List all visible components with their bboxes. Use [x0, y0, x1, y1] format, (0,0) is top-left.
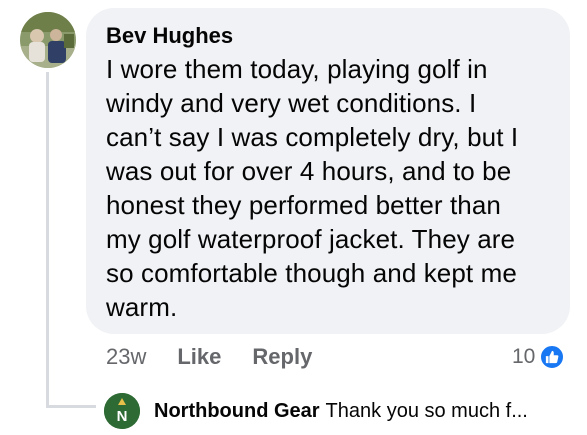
- reply-preview[interactable]: N Northbound Gear Thank you so much f...: [104, 393, 574, 429]
- reply-avatar-letter: N: [117, 408, 128, 425]
- avatar[interactable]: [20, 12, 76, 68]
- comment-line: honest they performed better than: [106, 190, 501, 220]
- comment-author[interactable]: Bev Hughes: [106, 22, 548, 50]
- thread-connector-branch: [46, 405, 96, 408]
- comment-timestamp[interactable]: 23w: [106, 342, 146, 372]
- reaction-summary[interactable]: 10: [512, 342, 566, 372]
- comment-line: can’t say I was completely dry, but I: [106, 122, 519, 152]
- comment-line: windy and very wet conditions. I: [106, 88, 477, 118]
- reaction-count: 10: [512, 345, 536, 368]
- comment-line: was out for over 4 hours, and to be: [106, 156, 512, 186]
- avatar-photo: [20, 12, 76, 68]
- thumbs-up-icon: [539, 344, 566, 370]
- reply-text: Thank you so much f...: [325, 399, 528, 422]
- comment-bubble: Bev Hughes I wore them today, playing go…: [86, 8, 570, 334]
- comment-line: warm.: [106, 292, 178, 322]
- thread-connector-line: [46, 72, 49, 408]
- reply-avatar[interactable]: N: [104, 393, 140, 429]
- comment-text: I wore them today, playing golf in windy…: [106, 52, 548, 324]
- comment-line: I wore them today, playing golf in: [106, 54, 488, 84]
- comment-thread: Bev Hughes I wore them today, playing go…: [0, 0, 587, 435]
- comment-line: my golf waterproof jacket. They are: [106, 224, 516, 254]
- reply-button[interactable]: Reply: [252, 342, 312, 372]
- comment-line: so comfortable though and kept me: [106, 258, 517, 288]
- like-button[interactable]: Like: [177, 342, 221, 372]
- northbound-logo-icon: N: [104, 393, 140, 429]
- comment-actions: 23w Like Reply: [106, 342, 343, 372]
- reply-author[interactable]: Northbound Gear: [154, 400, 320, 423]
